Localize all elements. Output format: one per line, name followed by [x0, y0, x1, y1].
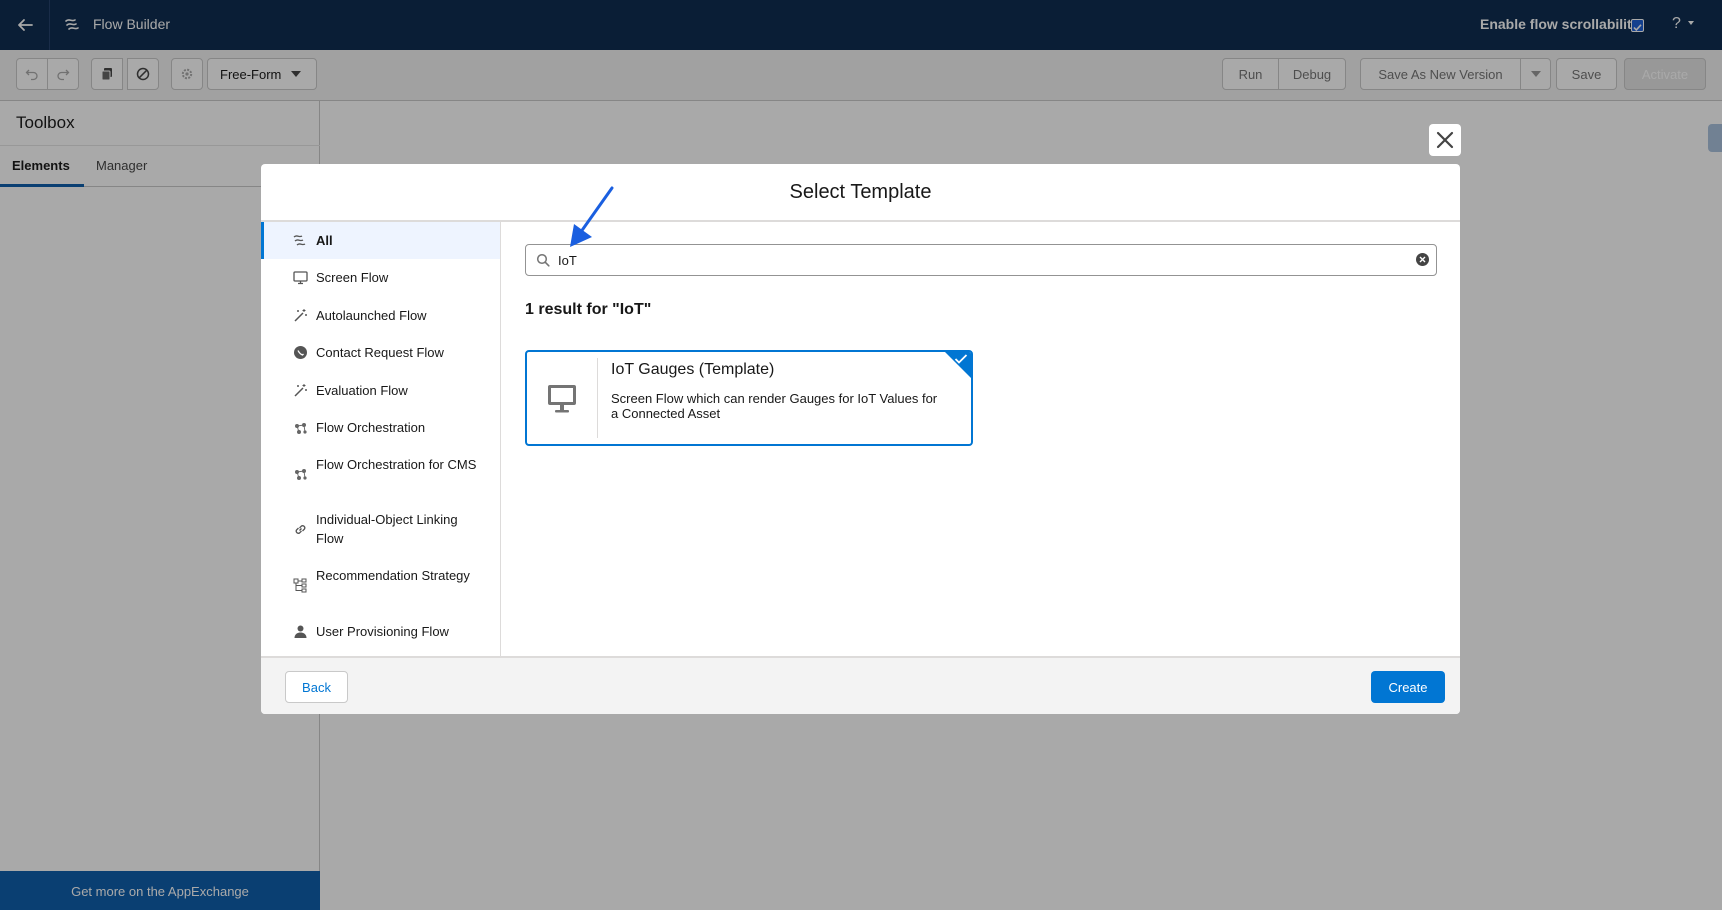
- template-card-iot-gauges[interactable]: IoT Gauges (Template) Screen Flow which …: [525, 350, 973, 446]
- category-label: Flow Orchestration for CMS: [316, 457, 477, 472]
- category-label: Screen Flow: [316, 270, 389, 285]
- orchestration-icon: [292, 466, 308, 482]
- orchestration-icon: [292, 420, 308, 436]
- clear-search-icon[interactable]: [1415, 252, 1430, 267]
- modal-title: Select Template: [261, 164, 1460, 222]
- category-contact-request-flow[interactable]: Contact Request Flow: [261, 334, 500, 371]
- category-label: All: [316, 233, 333, 248]
- category-evaluation-flow[interactable]: Evaluation Flow: [261, 371, 500, 409]
- search-result-count: 1 result for "IoT": [525, 301, 652, 318]
- magic-wand-icon: [292, 382, 308, 398]
- checkmark-icon: [954, 354, 968, 364]
- category-all[interactable]: All: [261, 222, 500, 259]
- user-icon: [292, 623, 308, 639]
- category-label: Individual-Object Linking Flow: [316, 512, 458, 546]
- category-label: Autolaunched Flow: [316, 308, 427, 323]
- category-flow-orchestration[interactable]: Flow Orchestration: [261, 409, 500, 446]
- link-icon: [292, 521, 308, 537]
- category-label: User Provisioning Flow: [316, 624, 449, 639]
- category-autolaunched-flow[interactable]: Autolaunched Flow: [261, 296, 500, 334]
- desktop-icon: [292, 269, 308, 285]
- back-button[interactable]: Back: [285, 671, 348, 703]
- template-card-description: Screen Flow which can render Gauges for …: [611, 391, 938, 421]
- close-icon: [1436, 131, 1454, 149]
- create-button[interactable]: Create: [1371, 671, 1445, 703]
- category-screen-flow[interactable]: Screen Flow: [261, 259, 500, 296]
- template-card-icon-area: [527, 358, 598, 438]
- category-recommendation-strategy[interactable]: Recommendation Strategy: [261, 557, 500, 612]
- close-modal-button[interactable]: [1429, 124, 1461, 156]
- template-search-input[interactable]: IoT: [525, 244, 1437, 276]
- select-template-modal: Select Template All Screen Flow Autolaun…: [261, 164, 1460, 714]
- category-label: Flow Orchestration: [316, 420, 426, 435]
- annotation-arrow-icon: [570, 186, 614, 247]
- desktop-icon: [548, 385, 576, 413]
- search-icon: [536, 253, 550, 267]
- category-label: Evaluation Flow: [316, 383, 408, 398]
- template-results-area: IoT 1 result for "IoT" IoT Gauges (Templ…: [501, 222, 1460, 656]
- template-card-title: IoT Gauges (Template): [611, 361, 775, 378]
- search-input-value: IoT: [558, 253, 577, 268]
- flow-icon: [292, 232, 308, 248]
- category-label: Recommendation Strategy: [316, 568, 470, 583]
- category-flow-orchestration-cms[interactable]: Flow Orchestration for CMS: [261, 446, 500, 500]
- category-user-provisioning-flow[interactable]: User Provisioning Flow: [261, 612, 500, 650]
- category-label: Contact Request Flow: [316, 345, 444, 360]
- magic-wand-icon: [292, 307, 308, 323]
- template-category-list: All Screen Flow Autolaunched Flow Contac…: [261, 222, 501, 656]
- strategy-icon: [292, 577, 308, 593]
- contact-request-icon: [292, 344, 308, 360]
- modal-footer: Back Create: [261, 656, 1460, 714]
- category-individual-object-linking-flow[interactable]: Individual-Object Linking Flow: [261, 500, 500, 557]
